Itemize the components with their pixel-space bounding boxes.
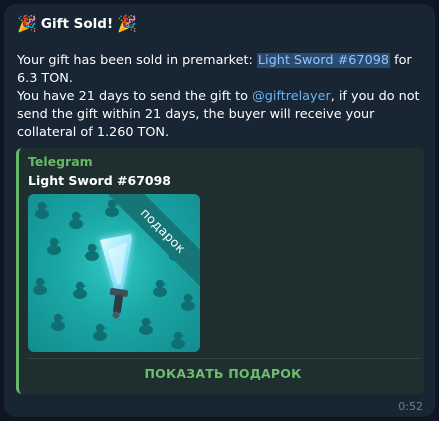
- message-title-text: Gift Sold!: [40, 16, 114, 32]
- message-body: Your gift has been sold in premarket: Li…: [17, 52, 425, 142]
- light-sword-icon: [98, 232, 134, 319]
- party-popper-icon: 🎉: [117, 14, 138, 33]
- message-bubble: 🎉 Gift Sold! 🎉 Your gift has been sold i…: [4, 4, 435, 417]
- preview-site-name: Telegram: [28, 154, 93, 169]
- preview-divider: [28, 358, 420, 359]
- preview-title: Light Sword #67098: [28, 173, 171, 188]
- gift-image[interactable]: подарок: [28, 194, 200, 352]
- message-time: 0:52: [398, 400, 423, 413]
- message-line1-prefix: Your gift has been sold in premarket:: [17, 53, 257, 68]
- link-preview[interactable]: Telegram Light Sword #67098 подарок ПОКА…: [16, 148, 424, 394]
- show-gift-button[interactable]: ПОКАЗАТЬ ПОДАРОК: [19, 366, 427, 381]
- gift-link[interactable]: Light Sword #67098: [256, 53, 391, 68]
- username-mention-link[interactable]: @giftrelayer: [252, 89, 331, 104]
- message-title: 🎉 Gift Sold! 🎉: [17, 14, 137, 34]
- message-line2-prefix: You have 21 days to send the gift to: [17, 89, 252, 104]
- party-popper-icon: 🎉: [17, 14, 37, 33]
